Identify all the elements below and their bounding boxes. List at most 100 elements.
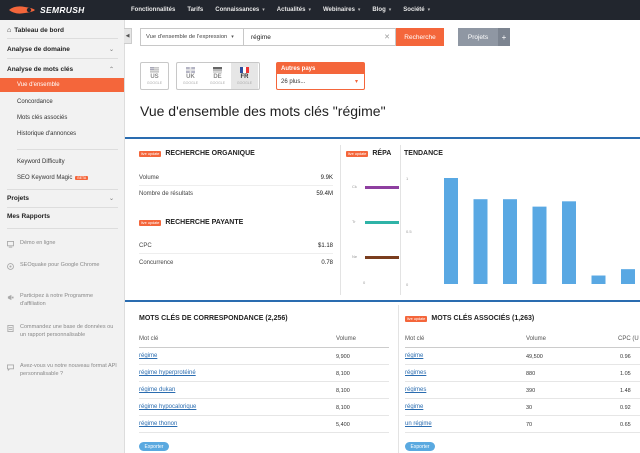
sidebar-item-projects[interactable]: Projets ⌄ — [0, 191, 124, 205]
search-button[interactable]: Recherche — [396, 28, 444, 46]
column-header-volume[interactable]: Volume — [526, 336, 546, 342]
megaphone-icon — [7, 294, 14, 301]
keyword-link[interactable]: régime — [139, 353, 157, 359]
clear-icon[interactable]: ✕ — [384, 33, 390, 41]
topnav-item[interactable]: Fonctionnalités — [125, 0, 181, 20]
cpc-cell: 1.05 — [620, 371, 631, 377]
cpc-cell: 0.65 — [620, 422, 631, 428]
trend-bar[interactable] — [562, 201, 576, 284]
search-mode-select[interactable]: Vue d'ensemble de l'expression ▾ — [140, 28, 244, 46]
distribution-bar — [365, 186, 399, 189]
topnav-item[interactable]: Blog ▾ — [366, 0, 397, 20]
metric-label: Nombre de résultats — [139, 191, 194, 197]
sidebar-item-label: Vue d'ensemble — [17, 82, 60, 88]
chevron-down-icon: ▾ — [427, 7, 431, 13]
sidebar-item-concordance[interactable]: Concordance — [0, 95, 124, 109]
row-divider — [139, 415, 389, 416]
promo-custom-report[interactable]: Commandez une base de données ou un rapp… — [7, 324, 119, 339]
keyword-link[interactable]: régime dukan — [139, 387, 175, 393]
db-de-button[interactable]: DE GOOGLE — [204, 63, 231, 89]
sidebar-item-keyword-difficulty[interactable]: Keyword Difficulty — [0, 155, 124, 169]
column-header-volume[interactable]: Volume — [336, 336, 356, 342]
sidebar-item-ads-history[interactable]: Historique d'annonces — [0, 127, 124, 141]
top-navbar: SEMRUSH Fonctionnalités Tarifs Connaissanc… — [0, 0, 640, 20]
trend-bar[interactable] — [503, 199, 517, 284]
db-code: DE — [213, 74, 222, 80]
keyword-link[interactable]: un régime — [405, 421, 432, 427]
topnav-item[interactable]: Connaissances ▾ — [209, 0, 271, 20]
metric-value: 59.4M — [316, 191, 333, 197]
search-input[interactable]: régime ✕ — [244, 28, 396, 46]
volume-cell: 5,400 — [336, 422, 350, 428]
sidebar-collapse-toggle[interactable]: ◀ — [124, 28, 132, 44]
sidebar-item-domain-analysis[interactable]: Analyse de domaine ⌄ — [0, 42, 124, 56]
projects-button[interactable]: Projets — [458, 28, 498, 46]
volume-cell: 49,500 — [526, 354, 543, 360]
sidebar-item-dashboard[interactable]: ⌂ Tableau de bord — [0, 23, 124, 37]
keyword-link[interactable]: régimes — [405, 387, 426, 393]
column-header-cpc[interactable]: CPC (U — [618, 336, 639, 342]
promo-api[interactable]: Avez-vous vu notre nouveau format API pe… — [7, 363, 119, 378]
section-title: TENDANCE — [404, 150, 443, 157]
trend-bar[interactable] — [621, 269, 635, 284]
trend-bar[interactable] — [473, 199, 488, 284]
sidebar-item-keyword-magic[interactable]: SEO Keyword Magic BETA — [0, 171, 124, 185]
trend-bar[interactable] — [591, 275, 606, 284]
row-divider — [139, 432, 389, 433]
keyword-link[interactable]: régime hypocalorique — [139, 404, 196, 410]
db-us-button[interactable]: US GOOGLE — [141, 63, 168, 89]
cpc-cell: 1.48 — [620, 388, 631, 394]
topnav-item[interactable]: Tarifs — [181, 0, 209, 20]
keyword-link[interactable]: régime — [405, 404, 423, 410]
uk-flag-icon — [186, 67, 195, 73]
trend-bar[interactable] — [532, 206, 547, 284]
row-divider — [405, 364, 640, 365]
sidebar-item-label: Analyse de domaine — [7, 45, 70, 53]
other-countries-select[interactable]: Autres pays 26 plus... ▾ — [276, 62, 365, 90]
db-engine: GOOGLE — [146, 81, 163, 85]
topnav-item[interactable]: Société ▾ — [397, 0, 436, 20]
keyword-link[interactable]: régime — [405, 353, 423, 359]
topnav-item[interactable]: Webinaires ▾ — [317, 0, 366, 20]
column-header-keyword[interactable]: Mot clé — [405, 336, 424, 342]
section-title: MOTS CLÉS DE CORRESPONDANCE (2,256) — [139, 315, 288, 322]
promo-demo[interactable]: Démo en ligne — [7, 240, 119, 248]
organic-search-heading: live update RECHERCHE ORGANIQUE — [139, 150, 255, 157]
topnav-item[interactable]: Actualités ▾ — [271, 0, 317, 20]
promo-text: SEOquake pour Google Chrome — [20, 262, 100, 268]
chevron-down-icon: ▾ — [354, 79, 358, 85]
metric-value: $1.18 — [317, 243, 333, 249]
semrush-logo[interactable]: SEMRUSH — [0, 0, 125, 20]
promo-affiliate[interactable]: Participez à notre Programme d'affiliati… — [7, 293, 119, 308]
db-code: UK — [186, 74, 195, 80]
db-code: FR — [240, 74, 249, 80]
volume-cell: 8,100 — [336, 388, 350, 394]
sidebar-item-label: Mots clés associés — [17, 115, 68, 121]
sidebar-item-label: Mes Rapports — [7, 212, 50, 220]
search-bar: Vue d'ensemble de l'expression ▾ régime … — [140, 28, 444, 46]
distribution-label: 0 — [363, 280, 366, 285]
export-related-button[interactable]: Exporter — [405, 442, 435, 451]
sidebar-item-related-keywords[interactable]: Mots clés associés — [0, 111, 124, 125]
sidebar-item-reports[interactable]: Mes Rapports — [0, 209, 124, 223]
add-project-button[interactable]: + — [498, 28, 510, 46]
column-header-keyword[interactable]: Mot clé — [139, 336, 158, 342]
keyword-link[interactable]: régime hyperprotéiné — [139, 370, 196, 376]
search-mode-value: Vue d'ensemble de l'expression — [146, 34, 228, 40]
distribution-label: Ne — [352, 254, 358, 259]
export-matching-button[interactable]: Exporter — [139, 442, 169, 451]
db-fr-button[interactable]: FR GOOGLE — [231, 63, 258, 89]
keyword-link[interactable]: régime thonon — [139, 421, 177, 427]
keyword-link[interactable]: régimes — [405, 370, 426, 376]
sidebar-item-overview[interactable]: Vue d'ensemble — [0, 78, 124, 92]
fr-flag-icon — [240, 67, 249, 73]
sidebar-item-keyword-analysis[interactable]: Analyse de mots clés ⌃ — [0, 62, 124, 76]
trend-bar[interactable] — [444, 178, 458, 284]
sidebar-item-label: Projets — [7, 194, 30, 202]
metric-label: Concurrence — [139, 260, 174, 266]
column-divider — [398, 305, 399, 453]
home-icon: ⌂ — [7, 26, 12, 34]
db-uk-button[interactable]: UK GOOGLE — [177, 63, 204, 89]
promo-seoquake[interactable]: SEOquake pour Google Chrome — [7, 262, 119, 270]
chat-icon — [7, 364, 14, 371]
